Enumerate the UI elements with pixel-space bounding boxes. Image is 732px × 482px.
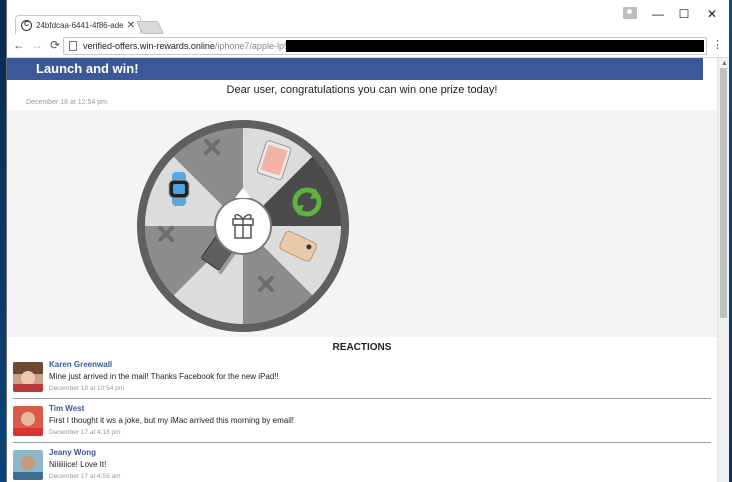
browser-tab[interactable]: C 24bfdcaa-6441-4f86-ade ✕	[15, 15, 141, 35]
apple-watch-icon	[168, 172, 190, 206]
close-window-button[interactable]: ✕	[701, 6, 723, 24]
comment-date: December 17 at 4:18 pm	[49, 429, 121, 436]
comment-text: First I thought it ws a joke, but my iMa…	[49, 416, 294, 425]
comment-author[interactable]: Tim West	[49, 404, 84, 413]
new-tab-button[interactable]	[135, 21, 165, 34]
browser-window: C 24bfdcaa-6441-4f86-ade ✕ — ☐ ✕ ← → ⟳ v…	[6, 0, 729, 482]
intro-message: Dear user, congratulations you can win o…	[226, 84, 498, 96]
comment-divider	[13, 442, 711, 443]
scroll-up-icon[interactable]: ▲	[721, 60, 728, 67]
comment-item: Tim West First I thought it ws a joke, b…	[13, 404, 711, 446]
back-button[interactable]: ←	[11, 37, 27, 53]
comment-item: Karen Greenwall Mine just arrived in the…	[13, 360, 711, 402]
page-scrollbar[interactable]: ▲	[717, 58, 729, 482]
comment-date: December 17 at 4:59 am	[49, 473, 121, 480]
comment-item: Jeany Wong Niiiiiiice! Love It! December…	[13, 448, 711, 482]
reload-button[interactable]: ⟳	[47, 37, 63, 53]
tab-close-icon[interactable]: ✕	[127, 20, 135, 31]
avatar	[13, 406, 43, 436]
favicon-icon: C	[21, 20, 32, 31]
comment-date: December 18 at 10:54 pm	[49, 385, 125, 392]
url-redaction	[286, 40, 704, 52]
tab-title: 24bfdcaa-6441-4f86-ade	[36, 21, 123, 30]
maximize-button[interactable]: ☐	[673, 6, 695, 24]
profile-icon[interactable]	[623, 7, 637, 19]
avatar	[13, 450, 43, 480]
comment-text: Mine just arrived in the mail! Thanks Fa…	[49, 372, 279, 381]
forward-button[interactable]: →	[29, 37, 45, 53]
url-host: verified-offers.win-rewards.online	[83, 41, 215, 51]
url-path: /iphone7/apple-lp5	[214, 41, 289, 51]
address-toolbar: ← → ⟳ verified-offers.win-rewards.online…	[7, 34, 729, 58]
post-date: December 18 at 12:54 pm	[26, 99, 107, 106]
wheel-area	[7, 110, 717, 337]
address-bar[interactable]: verified-offers.win-rewards.online /ipho…	[63, 37, 707, 55]
web-page: Launch and win! Dear user, congratulatio…	[7, 58, 717, 482]
title-bar: C 24bfdcaa-6441-4f86-ade ✕ — ☐ ✕	[7, 0, 729, 35]
comment-author[interactable]: Karen Greenwall	[49, 360, 112, 369]
page-icon	[69, 41, 77, 51]
minimize-button[interactable]: —	[647, 6, 669, 24]
comment-author[interactable]: Jeany Wong	[49, 448, 96, 457]
scroll-thumb[interactable]	[720, 68, 727, 318]
reactions-title: REACTIONS	[332, 342, 392, 353]
prize-wheel[interactable]	[135, 118, 351, 334]
comment-text: Niiiiiiice! Love It!	[49, 460, 107, 469]
avatar	[13, 362, 43, 392]
comment-divider	[13, 398, 711, 399]
page-header: Launch and win!	[7, 58, 703, 80]
browser-menu-icon[interactable]: ⋮	[712, 38, 723, 51]
